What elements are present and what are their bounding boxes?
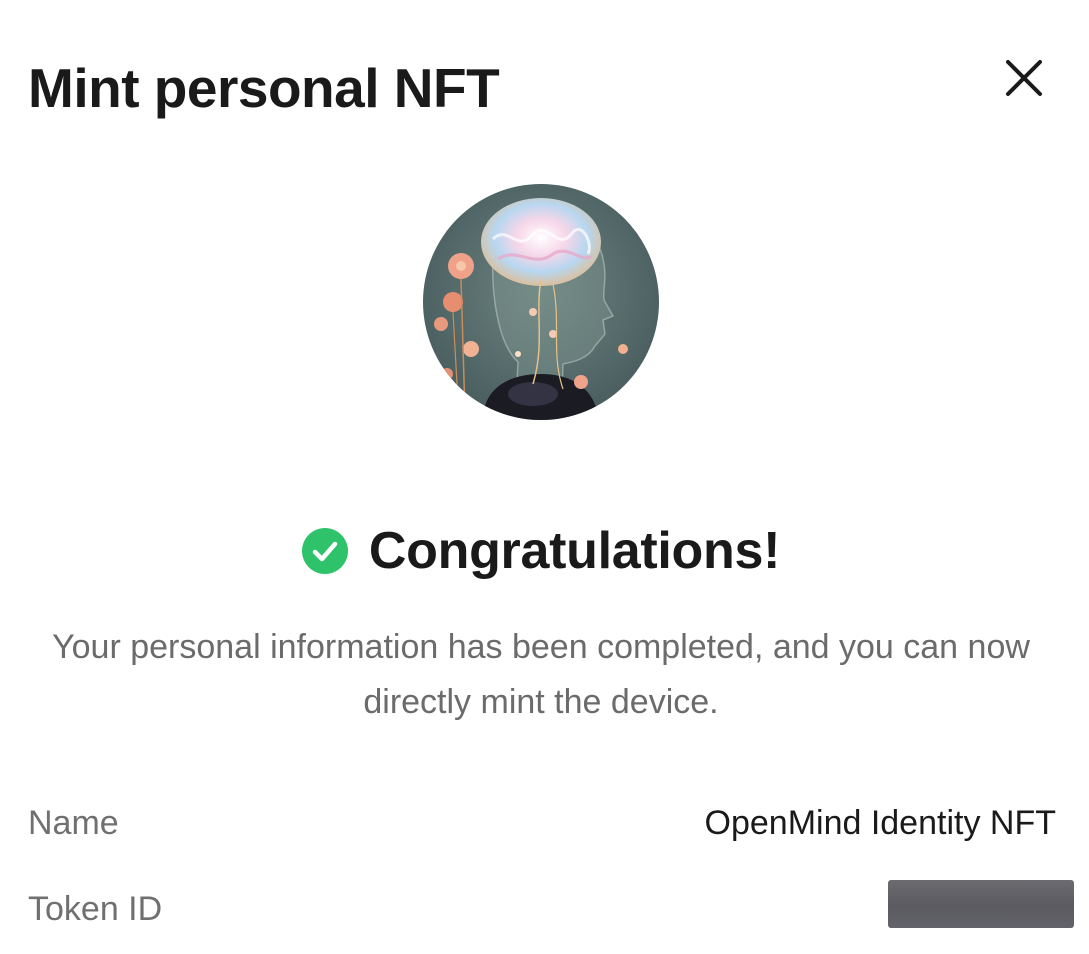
status-title: Congratulations!: [368, 522, 781, 580]
name-value: OpenMind Identity NFT: [704, 804, 1056, 842]
token-id-row: Token ID: [28, 880, 1074, 934]
close-icon: [1006, 60, 1042, 96]
token-id-label: Token ID: [28, 890, 163, 928]
name-label: Name: [28, 804, 119, 842]
success-status: Congratulations!: [0, 516, 1089, 586]
nft-artwork: [423, 184, 659, 420]
redacted-token-id: [888, 880, 1074, 928]
dialog-title: Mint personal NFT: [28, 57, 500, 119]
status-message: Your personal information has been compl…: [52, 628, 1030, 721]
name-row: Name OpenMind Identity NFT: [28, 798, 1056, 848]
mint-nft-dialog: Mint personal NFT Congratulations! Your …: [0, 0, 1089, 954]
close-button[interactable]: [1000, 54, 1048, 102]
check-circle-icon: [301, 528, 348, 574]
